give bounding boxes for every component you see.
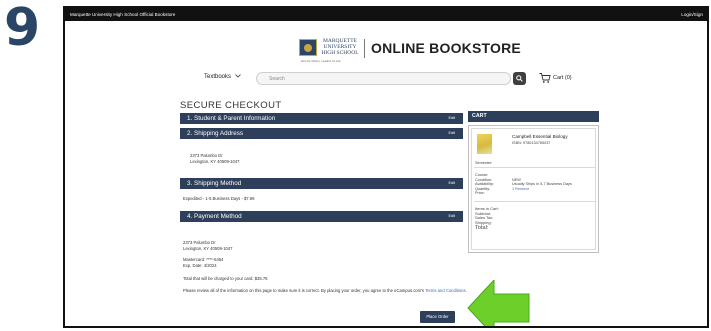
section-shipping-method: 3. Shipping Method Edit xyxy=(180,178,463,189)
total-charged: Total that will be charged to your card:… xyxy=(183,276,268,281)
search-input[interactable]: Search xyxy=(256,72,511,85)
cart-details-values: NEW Usually Ships in 5-7 Business Days 1… xyxy=(512,177,572,192)
book-cover-image xyxy=(477,134,492,154)
place-order-button[interactable]: Place Order xyxy=(420,311,455,323)
page-title: SECURE CHECKOUT xyxy=(180,100,282,111)
semester-label: Semester: xyxy=(475,161,493,165)
shipping-method-value: Expedited - 1-5 Business Days - $7.99 xyxy=(183,196,255,201)
site-name: Marquette University High School Officia… xyxy=(70,12,176,17)
remove-item-link[interactable]: 1 Remove xyxy=(512,187,572,192)
textbooks-dropdown[interactable]: Textbooks xyxy=(204,74,241,80)
nav-bar: Textbooks Search Cart (0) xyxy=(65,70,707,90)
search-button[interactable] xyxy=(513,72,526,85)
book-isbn: ISBN: 9780134765037 xyxy=(512,141,551,145)
cart-divider xyxy=(474,167,595,168)
edit-student-button[interactable]: Edit xyxy=(448,116,455,120)
school-seal-icon xyxy=(299,39,317,56)
book-title: Campbell Essential Biology xyxy=(512,134,568,139)
order-notice: Please review all of the information on … xyxy=(183,288,467,293)
cart-divider xyxy=(474,201,595,202)
billing-address: 2373 Palumbo Dr Lexington, KY 40509-1047 xyxy=(183,240,233,251)
login-link[interactable]: Login/Sign xyxy=(681,8,703,21)
cart-header: CART xyxy=(468,111,599,122)
tutorial-step: 9 Marquette University High School Offic… xyxy=(0,0,711,331)
step-number: 9 xyxy=(4,0,40,58)
chevron-down-icon xyxy=(234,74,241,78)
section-shipping-address: 2. Shipping Address Edit xyxy=(180,128,463,139)
top-bar: Marquette University High School Officia… xyxy=(65,8,707,21)
shopping-cart-icon xyxy=(539,73,551,83)
terms-link[interactable]: Terms and Conditions xyxy=(425,288,466,293)
shipping-address: 2373 Palumbo Dr Lexington, KY 40509-1047 xyxy=(190,153,240,164)
pointer-arrow-icon xyxy=(467,280,530,326)
edit-shipping-address-button[interactable]: Edit xyxy=(448,131,455,135)
cart-totals: Items in Cart: Subtotal: Sales Tax: Ship… xyxy=(475,206,499,231)
cart-summary: Campbell Essential Biology ISBN: 9780134… xyxy=(468,125,599,253)
browser-screenshot: Marquette University High School Officia… xyxy=(63,6,709,328)
search-placeholder: Search xyxy=(269,76,285,82)
bookstore-title: ONLINE BOOKSTORE xyxy=(371,40,521,56)
edit-shipping-method-button[interactable]: Edit xyxy=(448,181,455,185)
search-icon xyxy=(516,75,523,82)
section-student-parent: 1. Student & Parent Information Edit xyxy=(180,113,463,124)
logo-tagline: Men for Others, Leaders for Life xyxy=(301,59,341,63)
cart-label: Cart (0) xyxy=(553,75,572,81)
card-details: Mastercard: ****-5454 Exp. Date: 4/2024 xyxy=(183,257,224,268)
school-logo[interactable]: MARQUETTE UNIVERSITY HIGH SCHOOL Men for… xyxy=(299,36,359,66)
cart-details-labels: Course: Condition: Availability: Quantit… xyxy=(475,173,494,195)
cart-link[interactable]: Cart (0) xyxy=(539,72,599,86)
brand-divider xyxy=(364,39,365,58)
logo-wordmark: MARQUETTE UNIVERSITY HIGH SCHOOL xyxy=(321,38,359,56)
section-payment-method: 4. Payment Method Edit xyxy=(180,211,463,222)
edit-payment-button[interactable]: Edit xyxy=(448,214,455,218)
